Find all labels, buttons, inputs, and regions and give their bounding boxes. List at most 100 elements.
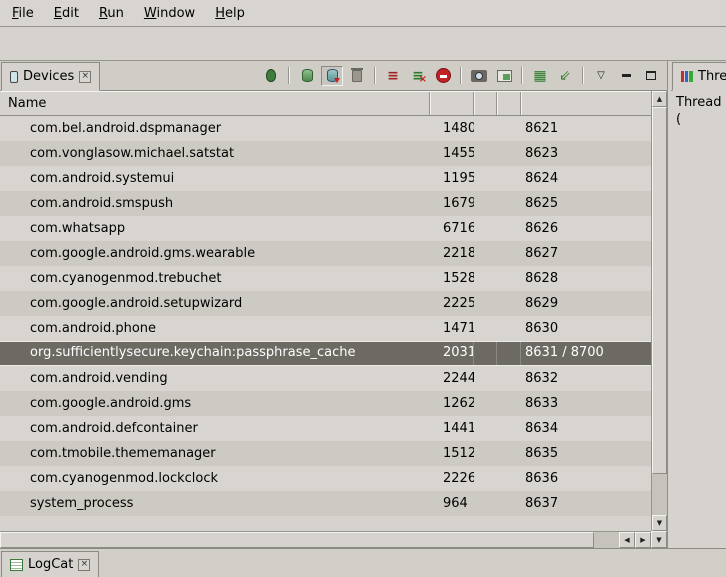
- table-row-selected[interactable]: org.sufficientlysecure.keychain:passphra…: [0, 341, 651, 366]
- process-pid: 14553: [430, 141, 474, 166]
- table-row[interactable]: com.whatsapp 6716 8626: [0, 216, 651, 241]
- process-port: 8630: [521, 316, 651, 341]
- capture-systemui-icon[interactable]: ⇙: [554, 66, 576, 86]
- table-row[interactable]: com.google.android.gms 12623 8633: [0, 391, 651, 416]
- close-glyph: ×: [81, 560, 89, 569]
- stop-process-icon[interactable]: [432, 66, 454, 86]
- table-row[interactable]: com.android.vending 22440 8632: [0, 366, 651, 391]
- cell-empty: [474, 466, 497, 491]
- horizontal-scroll-track[interactable]: [0, 532, 619, 548]
- menu-file[interactable]: File: [2, 2, 44, 25]
- arrow-left-icon: ◀: [624, 536, 629, 544]
- tab-devices[interactable]: Devices ×: [1, 62, 100, 91]
- process-table-main: Name com.bel.android.dspmanager 1480 862…: [0, 91, 651, 531]
- table-row[interactable]: system_process 964 8637: [0, 491, 651, 516]
- scroll-right-button[interactable]: ▶: [635, 532, 651, 548]
- minimize-glyph: [622, 74, 631, 77]
- trash-glyph: [352, 70, 362, 82]
- scrollbar-corner[interactable]: ▼: [651, 531, 667, 548]
- process-port: 8633: [521, 391, 651, 416]
- column-4[interactable]: [497, 92, 521, 115]
- process-pid: 1679: [430, 191, 474, 216]
- cell-empty: [497, 491, 521, 516]
- cell-empty: [474, 141, 497, 166]
- process-port: 8627: [521, 241, 651, 266]
- cell-empty: [474, 491, 497, 516]
- column-3[interactable]: [474, 92, 497, 115]
- table-row[interactable]: com.android.smspush 1679 8625: [0, 191, 651, 216]
- grid-glyph: ▦: [533, 69, 546, 83]
- column-pid[interactable]: [430, 92, 474, 115]
- screen-record-icon[interactable]: [493, 66, 515, 86]
- table-header: Name: [0, 91, 651, 116]
- maximize-glyph: [646, 71, 656, 80]
- table-row[interactable]: com.android.phone 1471 8630: [0, 316, 651, 341]
- arrow-down-icon: ▼: [657, 519, 662, 527]
- maximize-icon[interactable]: [640, 66, 662, 86]
- cell-empty: [497, 391, 521, 416]
- menu-help[interactable]: Help: [205, 2, 255, 25]
- view-menu-icon[interactable]: ▽: [590, 66, 612, 86]
- toolbar-separator: [582, 67, 584, 84]
- table-row[interactable]: com.google.android.setupwizard 22250 862…: [0, 291, 651, 316]
- table-row[interactable]: com.bel.android.dspmanager 1480 8621: [0, 116, 651, 141]
- cause-gc-icon[interactable]: [346, 66, 368, 86]
- scroll-left-button[interactable]: ◀: [619, 532, 635, 548]
- debug-process-icon[interactable]: [260, 66, 282, 86]
- cell-empty: [474, 216, 497, 241]
- cell-empty: [474, 342, 497, 365]
- scroll-down-button[interactable]: ▼: [652, 515, 667, 531]
- cell-empty: [497, 191, 521, 216]
- logcat-icon: [10, 559, 23, 571]
- bug-glyph: [266, 69, 276, 82]
- toolbar-separator: [288, 67, 290, 84]
- table-row[interactable]: com.android.defcontainer 14411 8634: [0, 416, 651, 441]
- tab-logcat[interactable]: LogCat ×: [1, 551, 99, 577]
- horizontal-scroll-thumb[interactable]: [0, 532, 594, 548]
- horizontal-scrollbar[interactable]: ◀ ▶: [0, 531, 651, 548]
- screen-capture-icon[interactable]: [468, 66, 490, 86]
- column-port[interactable]: [521, 92, 651, 115]
- close-tab-icon[interactable]: ×: [78, 559, 90, 571]
- devices-tabbar: Devices × ≡ ≡× ▦: [0, 61, 667, 91]
- toolbar-separator: [374, 67, 376, 84]
- vertical-scrollbar[interactable]: ▲ ▼: [651, 91, 667, 531]
- cell-empty: [497, 342, 521, 365]
- menu-edit[interactable]: Edit: [44, 2, 89, 25]
- process-pid: 1471: [430, 316, 474, 341]
- tab-threads[interactable]: Threa: [672, 62, 726, 91]
- cell-empty: [497, 466, 521, 491]
- process-port: 8626: [521, 216, 651, 241]
- cell-empty: [474, 166, 497, 191]
- menu-window[interactable]: Window: [134, 2, 205, 25]
- menubar: File Edit Run Window Help: [0, 0, 726, 27]
- start-method-profiling-icon[interactable]: ≡×: [407, 66, 429, 86]
- cell-empty: [474, 316, 497, 341]
- minimize-icon[interactable]: [615, 66, 637, 86]
- dump-hprof-icon[interactable]: [321, 66, 343, 86]
- update-heap-icon[interactable]: [296, 66, 318, 86]
- update-threads-icon[interactable]: ≡: [382, 66, 404, 86]
- close-tab-icon[interactable]: ×: [79, 71, 91, 83]
- dump-view-hierarchy-icon[interactable]: ▦: [529, 66, 551, 86]
- cell-empty: [497, 416, 521, 441]
- menu-run[interactable]: Run: [89, 2, 134, 25]
- table-row[interactable]: com.cyanogenmod.lockclock 22265 8636: [0, 466, 651, 491]
- devices-toolbar: ≡ ≡× ▦ ⇙ ▽: [260, 66, 667, 86]
- vertical-scroll-track[interactable]: [652, 107, 667, 515]
- table-row[interactable]: com.vonglasow.michael.satstat 14553 8623: [0, 141, 651, 166]
- column-name[interactable]: Name: [0, 92, 430, 115]
- vertical-scroll-thumb[interactable]: [652, 107, 667, 474]
- toolbar-separator: [460, 67, 462, 84]
- process-port: 8623: [521, 141, 651, 166]
- process-pid: 12623: [430, 391, 474, 416]
- arrow-down-icon: ▼: [656, 536, 661, 544]
- table-row[interactable]: com.google.android.gms.wearable 22185 86…: [0, 241, 651, 266]
- table-row[interactable]: com.tmobile.thememanager 1512 8635: [0, 441, 651, 466]
- process-pid: 6716: [430, 216, 474, 241]
- scroll-up-button[interactable]: ▲: [652, 91, 667, 107]
- process-port: 8636: [521, 466, 651, 491]
- process-name: com.android.vending: [0, 366, 430, 391]
- table-row[interactable]: com.android.systemui 1195 8624: [0, 166, 651, 191]
- table-row[interactable]: com.cyanogenmod.trebuchet 1528 8628: [0, 266, 651, 291]
